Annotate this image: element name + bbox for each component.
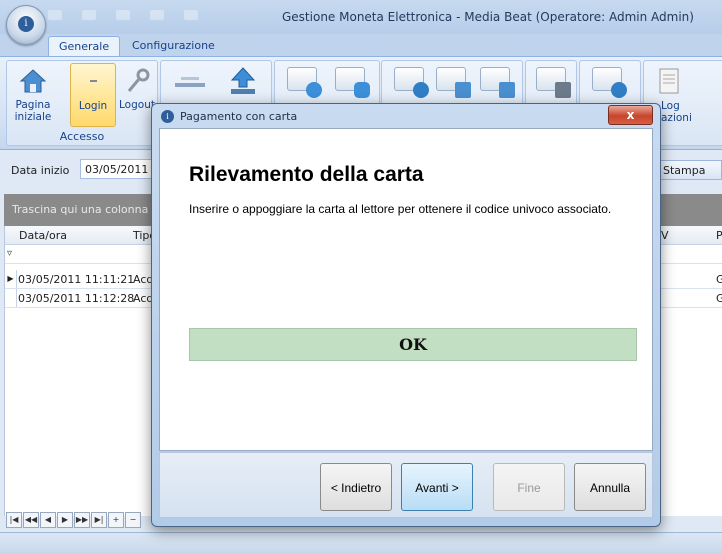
filter-icon[interactable]: ▿ <box>7 248 12 259</box>
card-gear-icon[interactable] <box>335 67 370 98</box>
finish-button[interactable]: Fine <box>493 463 565 511</box>
key-icon <box>127 68 150 92</box>
tab-generale[interactable]: Generale <box>48 36 121 57</box>
login-button[interactable]: Login <box>70 63 116 127</box>
app-logo-icon: i <box>18 16 34 32</box>
card-transfer-icon[interactable] <box>480 67 515 98</box>
dialog-app-icon: i <box>161 110 174 123</box>
dialog-heading: Rilevamento della carta <box>189 163 424 186</box>
delete-record-icon[interactable]: − <box>125 512 141 528</box>
app-menu-button[interactable]: i <box>6 5 46 45</box>
date-start-input[interactable]: 03/05/2011 <box>80 159 154 179</box>
ribbon-group-accesso: Pagina iniziale Login Logout Accesso <box>6 60 158 146</box>
cell-last: G <box>716 292 722 305</box>
qat-slot[interactable] <box>184 10 198 20</box>
ribbon-tabs: Generale Configurazione <box>0 34 722 57</box>
add-record-icon[interactable]: + <box>108 512 124 528</box>
column-header-dataora[interactable]: Data/ora <box>19 229 67 242</box>
last-page-icon[interactable]: ▶| <box>91 512 107 528</box>
row-indicator <box>5 289 17 307</box>
back-button[interactable]: < Indietro <box>320 463 392 511</box>
status-bar <box>0 532 722 553</box>
card-euro-icon[interactable] <box>394 67 429 98</box>
payment-dialog: i Pagamento con carta x Rilevamento dell… <box>151 103 661 527</box>
next-button[interactable]: Avanti > <box>401 463 473 511</box>
cell-datetime: 03/05/2011 11:11:21 <box>18 273 135 286</box>
grid-navigator: |◀ ◀◀ ◀ ▶ ▶▶ ▶| + − <box>6 512 142 528</box>
next-record-icon[interactable]: ▶ <box>57 512 73 528</box>
log-button-label: Log azioni <box>661 100 692 124</box>
home-button-label: Pagina iniziale <box>14 99 52 123</box>
card-check-icon[interactable] <box>287 67 322 98</box>
card-cart-icon[interactable] <box>436 67 471 98</box>
upload-icon[interactable] <box>227 65 259 97</box>
next-page-icon[interactable]: ▶▶ <box>74 512 90 528</box>
date-start-label: Data inizio <box>11 164 70 177</box>
quick-access-toolbar <box>48 10 278 24</box>
row-indicator-icon: ▶ <box>5 270 17 288</box>
qat-slot[interactable] <box>48 10 62 20</box>
home-button[interactable]: Pagina iniziale <box>11 63 55 125</box>
column-header-v[interactable]: V <box>661 229 669 242</box>
tab-configurazione[interactable]: Configurazione <box>122 36 225 56</box>
home-icon <box>19 69 47 93</box>
cell-datetime: 03/05/2011 11:12:28 <box>18 292 135 305</box>
login-button-label: Login <box>78 100 108 112</box>
dialog-title: Pagamento con carta <box>180 110 298 123</box>
first-page-icon[interactable]: |◀ <box>6 512 22 528</box>
prev-record-icon[interactable]: ◀ <box>40 512 56 528</box>
qat-slot[interactable] <box>82 10 96 20</box>
tray-icon[interactable] <box>173 69 207 95</box>
cancel-button[interactable]: Annulla <box>574 463 646 511</box>
qat-slot[interactable] <box>150 10 164 20</box>
dialog-instructions: Inserire o appoggiare la carta al lettor… <box>189 202 612 216</box>
print-button[interactable]: Stampa <box>658 160 722 180</box>
login-icon <box>90 80 97 82</box>
ribbon-group-label: Accesso <box>59 130 105 143</box>
card-info-icon[interactable] <box>592 67 627 98</box>
title-bar: Gestione Moneta Elettronica - Media Beat… <box>0 0 722 34</box>
qat-slot[interactable] <box>116 10 130 20</box>
close-button[interactable]: x <box>608 105 653 125</box>
column-header-p[interactable]: P <box>716 229 722 242</box>
dialog-content: Rilevamento della carta Inserire o appog… <box>159 128 653 451</box>
card-status-ok: OK <box>189 328 637 361</box>
prev-page-icon[interactable]: ◀◀ <box>23 512 39 528</box>
cell-last: G <box>716 273 722 286</box>
window-title: Gestione Moneta Elettronica - Media Beat… <box>282 10 694 24</box>
log-document-icon[interactable] <box>658 67 680 95</box>
card-lock-icon[interactable] <box>536 67 571 98</box>
